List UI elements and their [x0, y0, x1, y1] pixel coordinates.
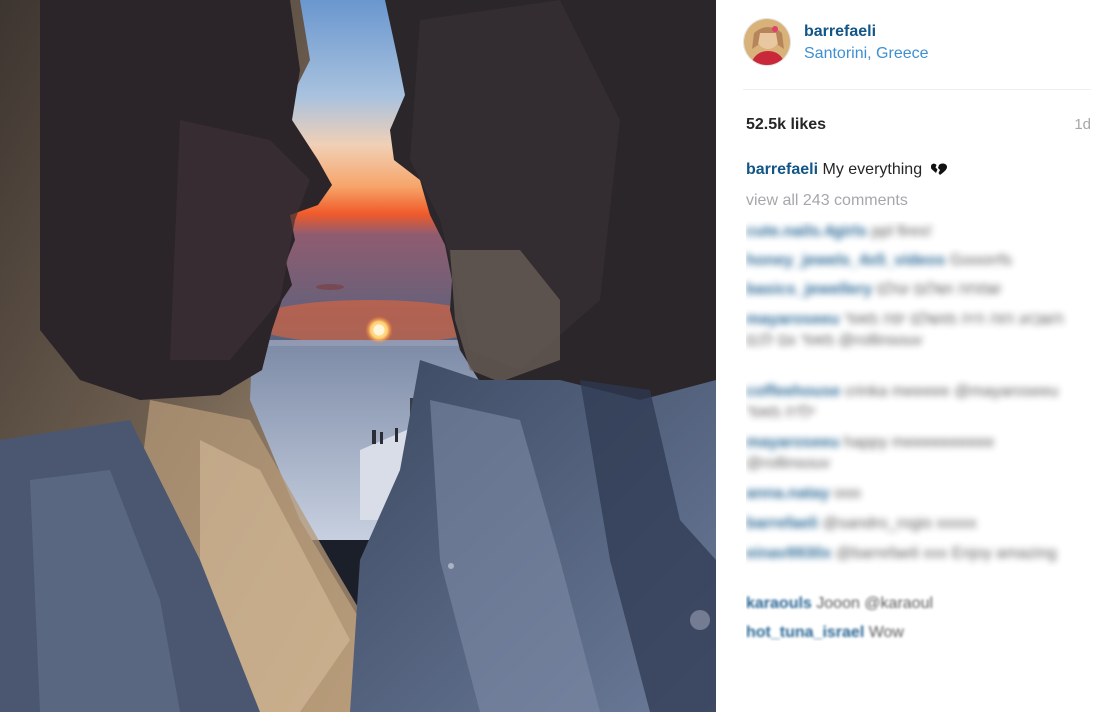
comment-username[interactable]: karaouls [746, 595, 812, 612]
comment-username[interactable]: basics_jewellery [746, 281, 872, 298]
post-username-link[interactable]: barrefaeli [804, 23, 876, 41]
post-location-link[interactable]: Santorini, Greece [804, 45, 929, 63]
comment-username[interactable]: coffeehouse [746, 383, 840, 400]
comment-username[interactable]: einav9930x [746, 545, 831, 562]
comment-item: basics_jewellery שמחה ושלום עולם [746, 279, 1066, 300]
comment-text: Jooon @karaoul [816, 595, 934, 612]
comment-username[interactable]: anna.natay [746, 485, 830, 502]
post-header: barrefaeli Santorini, Greece [743, 18, 1083, 70]
comment-text: @barrefaeli xxx Enjoy amazing [835, 545, 1057, 562]
comment-text: ppl fires! [871, 223, 932, 240]
caption-username-link[interactable]: barrefaeli [746, 161, 818, 178]
comment-item: cute.nails.4girls ppl fires! [746, 221, 1066, 242]
header-divider [743, 89, 1091, 90]
comment-username[interactable]: honey_jewels_4x5_videos [746, 252, 945, 269]
view-all-comments-link[interactable]: view all 243 comments [746, 192, 908, 210]
post-age[interactable]: 1d [1074, 116, 1091, 133]
comment-item: karaouls Jooon @karaoul [746, 593, 1066, 614]
comment-item: honey_jewels_4x5_videos Gooorrfs [746, 250, 1066, 271]
comment-username[interactable]: hot_tuna_israel [746, 624, 864, 641]
comment-username[interactable]: mayaroseeu [746, 311, 839, 328]
comment-item: anna.natay ooo [746, 483, 1066, 504]
comment-username[interactable]: cute.nails.4girls [746, 223, 867, 240]
comment-username[interactable]: barrefaeli [746, 515, 818, 532]
comment-item: barrefaeli @sandro_rogio xxxxx [746, 513, 1066, 534]
comments-list: cute.nails.4girls ppl fires! honey_jewel… [746, 221, 1086, 641]
comment-text: Gooorrfs [949, 252, 1012, 269]
caption: barrefaeli My everything [746, 161, 948, 181]
comment-text: שמחה ושלום עולם [876, 281, 1001, 298]
likes-count[interactable]: 52.5k likes [746, 116, 826, 134]
comment-text: Wow [868, 624, 904, 641]
broken-black-heart-icon [930, 162, 948, 181]
comment-item: coffeehouse crinka meeeee @mayaroseeu יל… [746, 381, 1066, 423]
comment-item: einav9930x @barrefaeli xxx Enjoy amazing [746, 543, 1066, 564]
comment-text: @sandro_rogio xxxxx [822, 515, 977, 532]
avatar-image [744, 19, 790, 65]
comment-text: ooo [834, 485, 861, 502]
post-details-panel: barrefaeli Santorini, Greece 52.5k likes… [716, 0, 1100, 712]
sunset-selfie-image [0, 0, 716, 712]
comment-item: mayaroseeu השבוע הזה היה מושלם יפה מאוד … [746, 309, 1066, 351]
avatar[interactable] [743, 18, 791, 66]
comment-username[interactable]: mayaroseeu [746, 434, 839, 451]
comment-item: hot_tuna_israel Wow [746, 622, 1066, 641]
post-photo[interactable] [0, 0, 716, 712]
comment-item: mayaroseeu happy meeeeeeeeee @rollinsouv [746, 432, 1066, 474]
caption-text: My everything [822, 161, 923, 178]
